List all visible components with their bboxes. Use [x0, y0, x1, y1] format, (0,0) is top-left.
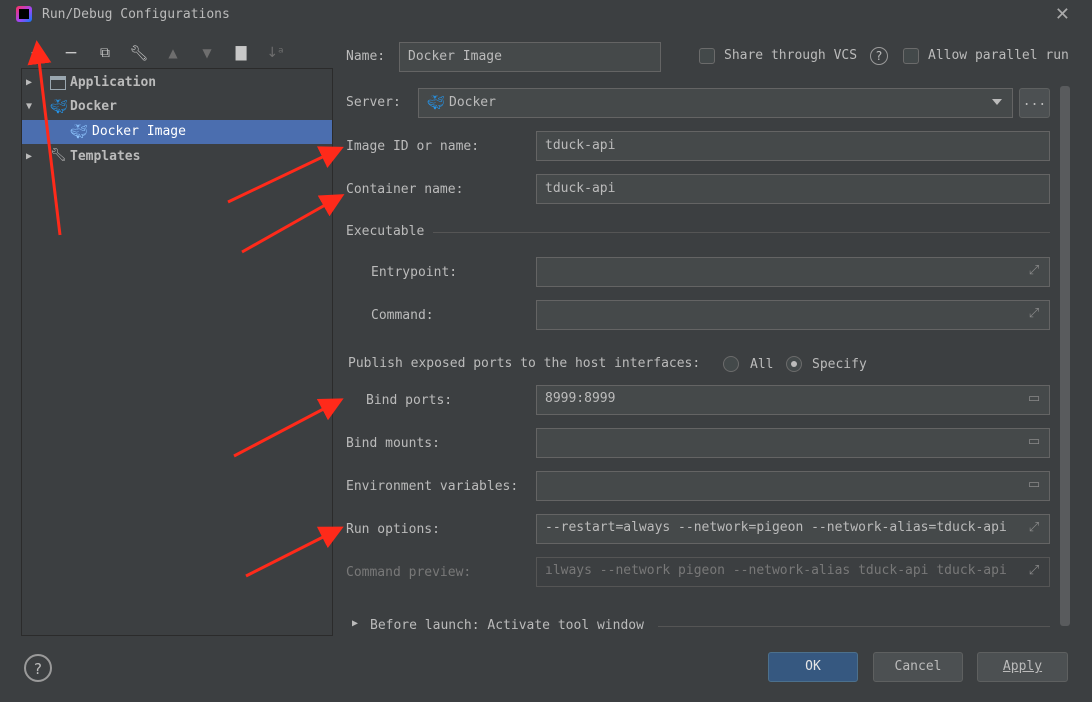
arrow-icon: [227, 146, 344, 204]
arrow-icon: [27, 40, 62, 236]
arrow-icon: [241, 194, 345, 254]
arrow-icon: [245, 526, 344, 578]
arrow-icon: [233, 398, 344, 458]
annotation-arrows: [27, 40, 345, 578]
